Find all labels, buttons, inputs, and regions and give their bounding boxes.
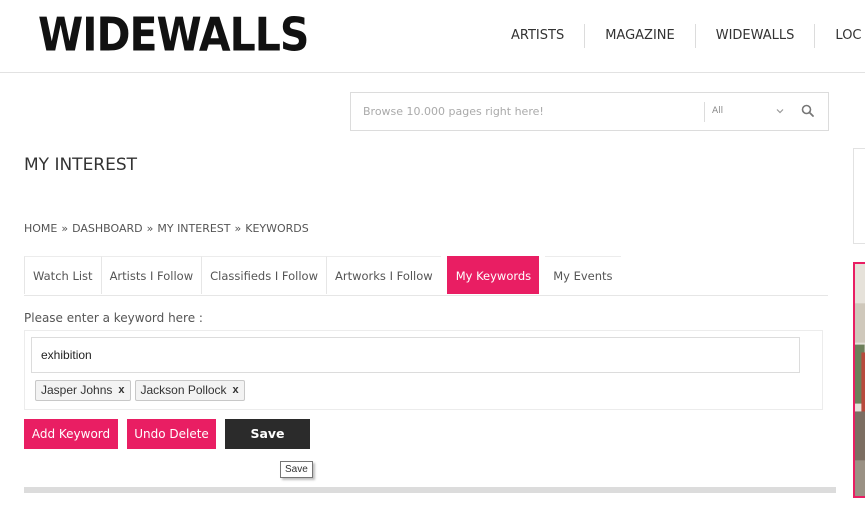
search-bar: All: [350, 92, 829, 131]
section-divider: [24, 487, 836, 493]
search-icon[interactable]: [799, 102, 817, 120]
save-tooltip: Save: [280, 461, 313, 478]
keyword-panel: Jasper Johns x Jackson Pollock x: [24, 330, 823, 410]
keyword-prompt: Please enter a keyword here :: [24, 311, 203, 325]
remove-tag-button[interactable]: x: [118, 381, 124, 400]
add-keyword-button[interactable]: Add Keyword: [24, 419, 118, 449]
keyword-tag-label: Jasper Johns: [41, 383, 113, 397]
ad-photo: [855, 264, 865, 496]
breadcrumb-my-interest[interactable]: MY INTEREST: [157, 222, 230, 235]
nav-item-artists[interactable]: ARTISTS: [493, 24, 584, 48]
search-input[interactable]: [351, 93, 703, 130]
breadcrumb-separator: »: [61, 222, 69, 235]
widewalls-logo[interactable]: WIDEWALLS: [38, 8, 309, 62]
save-button[interactable]: Save: [225, 419, 310, 449]
search-divider: [704, 102, 705, 122]
keyword-tag-list: Jasper Johns x Jackson Pollock x: [35, 380, 245, 401]
main-nav: ARTISTS MAGAZINE WIDEWALLS LOC: [493, 24, 865, 48]
breadcrumb-home[interactable]: HOME: [24, 222, 57, 235]
page-title: MY INTEREST: [24, 155, 138, 175]
tab-watch-list[interactable]: Watch List: [24, 256, 101, 294]
breadcrumb: HOME » DASHBOARD » MY INTEREST » KEYWORD…: [24, 222, 309, 235]
nav-item-widewalls[interactable]: WIDEWALLS: [694, 24, 815, 48]
undo-delete-button[interactable]: Undo Delete: [127, 419, 216, 449]
dashboard-tabs: Watch List Artists I Follow Classifieds …: [24, 256, 828, 296]
tab-classifieds-i-follow[interactable]: Classifieds I Follow: [201, 256, 326, 294]
nav-item-magazine[interactable]: MAGAZINE: [584, 24, 695, 48]
remove-tag-button[interactable]: x: [233, 381, 239, 400]
site-header: WIDEWALLS ARTISTS MAGAZINE WIDEWALLS LOC: [0, 0, 865, 73]
breadcrumb-separator: »: [146, 222, 154, 235]
tab-my-events[interactable]: My Events: [545, 256, 621, 294]
chevron-down-icon[interactable]: [775, 106, 785, 116]
sidebar-widget: [853, 148, 865, 244]
keyword-tag-label: Jackson Pollock: [140, 383, 227, 397]
sidebar-ad-image[interactable]: [853, 262, 865, 498]
tab-artists-i-follow[interactable]: Artists I Follow: [100, 256, 202, 294]
breadcrumb-dashboard[interactable]: DASHBOARD: [72, 222, 143, 235]
nav-item-login[interactable]: LOC: [814, 24, 865, 48]
search-scope-value: All: [712, 106, 724, 116]
keyword-tag: Jackson Pollock x: [134, 380, 245, 401]
search-scope-select[interactable]: All: [712, 93, 782, 130]
breadcrumb-separator: »: [234, 222, 242, 235]
keyword-tag: Jasper Johns x: [35, 380, 131, 401]
tab-artworks-i-follow[interactable]: Artworks I Follow: [325, 256, 441, 294]
keyword-input[interactable]: [31, 337, 800, 373]
breadcrumb-keywords: KEYWORDS: [245, 222, 309, 235]
tab-my-keywords[interactable]: My Keywords: [446, 256, 540, 294]
